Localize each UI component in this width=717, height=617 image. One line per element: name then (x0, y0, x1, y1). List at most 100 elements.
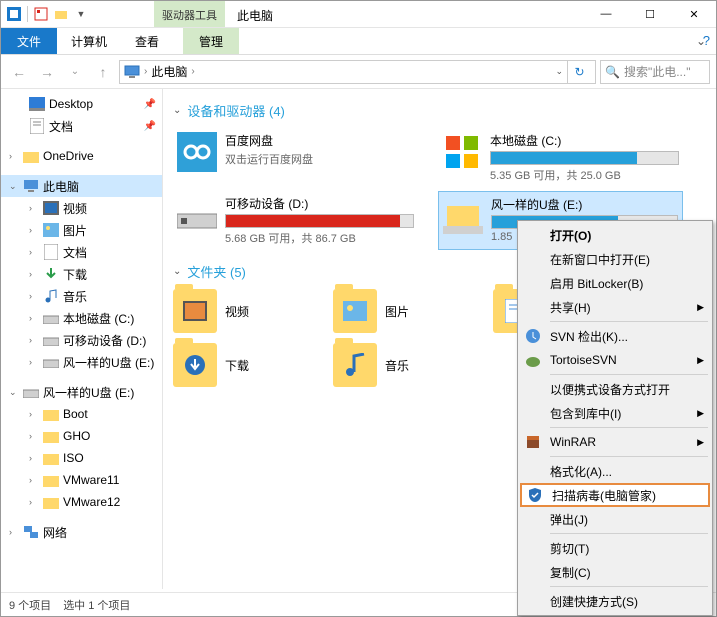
winrar-icon (524, 433, 542, 451)
tree-gho[interactable]: ›GHO (1, 425, 162, 447)
tree-local-c[interactable]: ›本地磁盘 (C:) (1, 307, 162, 329)
tree-vmware12[interactable]: ›VMware12 (1, 491, 162, 513)
close-button[interactable]: ✕ (672, 1, 716, 28)
tree-udrive-e2[interactable]: ⌄风一样的U盘 (E:) (1, 381, 162, 403)
minimize-button[interactable]: — (584, 1, 628, 28)
chevron-down-icon[interactable]: ⌄ (9, 387, 19, 398)
ctx-open-new-window[interactable]: 在新窗口中打开(E) (520, 247, 710, 271)
tree-onedrive[interactable]: ›OneDrive (1, 145, 162, 167)
recent-dropdown-icon[interactable]: ⌄ (63, 60, 87, 84)
ctx-library[interactable]: 包含到库中(I)▶ (520, 401, 710, 425)
folder-icon (43, 450, 59, 466)
chevron-right-icon[interactable]: › (144, 66, 147, 77)
ctx-eject[interactable]: 弹出(J) (520, 507, 710, 531)
chevron-down-icon[interactable]: ⌄ (9, 181, 19, 192)
download-icon (43, 266, 59, 282)
ctx-portable[interactable]: 以便携式设备方式打开 (520, 377, 710, 401)
ctx-copy[interactable]: 复制(C) (520, 560, 710, 584)
document-icon (29, 118, 45, 134)
removable-drive-icon (177, 195, 217, 235)
ctx-format[interactable]: 格式化(A)... (520, 459, 710, 483)
ctx-winrar[interactable]: WinRAR▶ (520, 430, 710, 454)
windows-drive-icon (442, 132, 482, 172)
tree-udrive-e[interactable]: ›风一样的U盘 (E:) (1, 351, 162, 373)
folder-pictures[interactable]: 图片 (333, 289, 473, 333)
shield-icon (526, 486, 544, 504)
search-input[interactable]: 🔍 搜索"此电..." (600, 60, 710, 84)
chevron-right-icon[interactable]: › (191, 66, 194, 77)
tree-network[interactable]: ›网络 (1, 521, 162, 543)
video-folder-icon (173, 289, 217, 333)
app-icon (5, 5, 23, 23)
manage-tab[interactable]: 管理 (183, 28, 239, 54)
forward-button[interactable]: → (35, 60, 59, 84)
ctx-create-shortcut[interactable]: 创建快捷方式(S) (520, 589, 710, 613)
music-icon (43, 288, 59, 304)
document-icon (43, 244, 59, 260)
tree-pictures[interactable]: ›图片 (1, 219, 162, 241)
ribbon: 文件 计算机 查看 管理 ⌄ (1, 28, 716, 55)
computer-tab[interactable]: 计算机 (57, 28, 121, 54)
qat-properties-icon[interactable] (32, 5, 50, 23)
folder-downloads[interactable]: 下载 (173, 343, 313, 387)
ctx-scan-virus[interactable]: 扫描病毒(电脑管家) (520, 483, 710, 507)
pc-icon (23, 178, 39, 194)
tree-removable-d[interactable]: ›可移动设备 (D:) (1, 329, 162, 351)
ctx-cut[interactable]: 剪切(T) (520, 536, 710, 560)
tree-documents[interactable]: ›文档 (1, 241, 162, 263)
back-button[interactable]: ← (7, 60, 31, 84)
drive-c[interactable]: 本地磁盘 (C:)5.35 GB 可用，共 25.0 GB (438, 128, 683, 187)
tree-videos[interactable]: ›视频 (1, 197, 162, 219)
up-button[interactable]: ↑ (91, 60, 115, 84)
tree-downloads[interactable]: ›下载 (1, 263, 162, 285)
qat-new-folder-icon[interactable] (52, 5, 70, 23)
tree-music[interactable]: ›音乐 (1, 285, 162, 307)
usb-drive-icon (443, 196, 483, 236)
search-placeholder: 搜索"此电..." (624, 63, 691, 80)
folder-icon (43, 472, 59, 488)
window-title: 此电脑 (225, 1, 285, 27)
ctx-open[interactable]: 打开(O) (520, 223, 710, 247)
help-icon[interactable]: ? (703, 33, 710, 48)
submenu-arrow-icon: ▶ (697, 302, 704, 313)
search-icon: 🔍 (605, 65, 620, 79)
address-dropdown-icon[interactable]: ⌄ (555, 66, 563, 77)
tree-iso[interactable]: ›ISO (1, 447, 162, 469)
refresh-button[interactable]: ↻ (567, 61, 591, 83)
group-devices[interactable]: ⌄设备和驱动器 (4) (173, 101, 716, 120)
file-tab[interactable]: 文件 (1, 28, 57, 54)
qat-dropdown-icon[interactable]: ▼ (72, 5, 90, 23)
address-box[interactable]: › 此电脑 › ⌄ ↻ (119, 60, 596, 84)
ribbon-expand-icon[interactable]: ⌄ (686, 28, 716, 54)
tree-this-pc[interactable]: ⌄此电脑 (1, 175, 162, 197)
ctx-svn-checkout[interactable]: SVN 检出(K)... (520, 324, 710, 348)
chevron-down-icon[interactable]: ⌄ (173, 266, 181, 277)
download-folder-icon (173, 343, 217, 387)
picture-icon (43, 222, 59, 238)
tortoise-icon (524, 351, 542, 369)
view-tab[interactable]: 查看 (121, 28, 173, 54)
drive-icon (43, 332, 59, 348)
context-menu: 打开(O) 在新窗口中打开(E) 启用 BitLocker(B) 共享(H)▶ … (517, 220, 713, 616)
folder-videos[interactable]: 视频 (173, 289, 313, 333)
pin-icon: 📌 (144, 99, 156, 110)
context-tab-label: 驱动器工具 (154, 1, 225, 27)
baidu-icon (177, 132, 217, 172)
ctx-bitlocker[interactable]: 启用 BitLocker(B) (520, 271, 710, 295)
music-folder-icon (333, 343, 377, 387)
quick-access-toolbar: ▼ (1, 5, 94, 23)
ctx-tortoisesvn[interactable]: TortoiseSVN▶ (520, 348, 710, 372)
folder-music[interactable]: 音乐 (333, 343, 473, 387)
tree-documents-quick[interactable]: 文档📌 (1, 115, 162, 137)
tree-vmware11[interactable]: ›VMware11 (1, 469, 162, 491)
chevron-icon[interactable]: › (9, 151, 19, 161)
drive-d[interactable]: 可移动设备 (D:)5.68 GB 可用，共 86.7 GB (173, 191, 418, 250)
drive-baidu[interactable]: 百度网盘双击运行百度网盘 (173, 128, 418, 187)
chevron-down-icon[interactable]: ⌄ (173, 105, 181, 116)
ctx-share[interactable]: 共享(H)▶ (520, 295, 710, 319)
tree-desktop[interactable]: Desktop📌 (1, 93, 162, 115)
maximize-button[interactable]: ☐ (628, 1, 672, 28)
tree-boot[interactable]: ›Boot (1, 403, 162, 425)
picture-folder-icon (333, 289, 377, 333)
status-item-count: 9 个项目 (9, 597, 51, 613)
